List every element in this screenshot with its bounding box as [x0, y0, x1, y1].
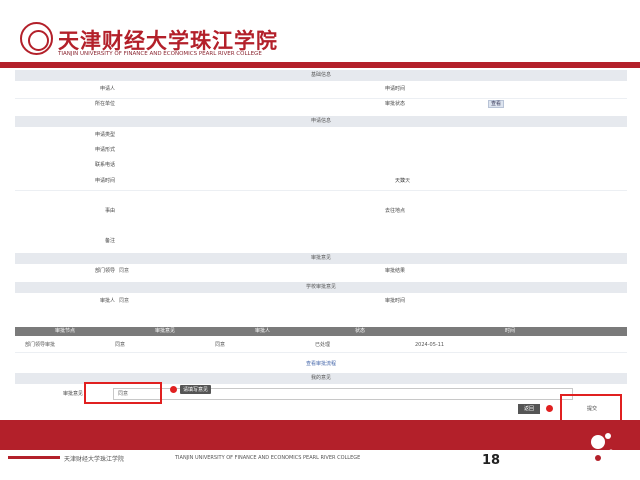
school-seal-icon [20, 22, 53, 55]
table-header-status: 状态 [355, 328, 366, 334]
opinion-highlight-box [84, 382, 162, 404]
dest-label: 去往地点 [384, 208, 405, 214]
section-basic: 基础信息 [15, 70, 627, 81]
opinion-tip: 请填写意见 [180, 385, 212, 394]
approval-form: 基础信息 申请人 申请时间 所在单位 审批状态 查看 申请信息 申请类型 申请形… [15, 70, 627, 420]
table-header: 审批节点 审批意见 审批人 状态 时间 [15, 327, 627, 336]
footer-school-name: 天津财经大学珠江学院 [64, 456, 125, 463]
section-application: 申请信息 [15, 116, 627, 127]
result-label: 审批结果 [384, 268, 405, 274]
dept-label: 所在单位 [94, 101, 115, 107]
duration-label: 天数 [394, 178, 405, 184]
top-band [0, 62, 640, 68]
dept-head-value: 同意 [119, 268, 130, 274]
note-label: 备注 [104, 238, 115, 244]
time-label: 申请时间 [94, 178, 115, 184]
view-status-button[interactable]: 查看 [488, 100, 504, 108]
status-label: 审批状态 [384, 101, 405, 107]
step-badge-1 [170, 386, 177, 393]
school-logo-english: TIANJIN UNIVERSITY OF FINANCE AND ECONOM… [58, 51, 262, 57]
table-cell-status: 已处理 [315, 342, 331, 348]
slide-header: 天津财经大学珠江学院 TIANJIN UNIVERSITY OF FINANCE… [0, 0, 640, 62]
approver-label: 审批人 [99, 298, 115, 304]
divider [15, 190, 627, 191]
page-number: 18 [482, 453, 501, 468]
table-header-time: 时间 [505, 328, 516, 334]
table-cell-time: 2024-05-11 [415, 342, 445, 348]
reason-label: 事由 [104, 208, 115, 214]
type-label: 申请类型 [94, 132, 115, 138]
table-header-approver: 审批人 [255, 328, 271, 334]
step-badge-2 [546, 405, 553, 412]
section-school-approval: 学校审批意见 [15, 282, 627, 293]
bottom-band [0, 420, 640, 450]
applicant-label: 申请人 [99, 86, 115, 92]
approve-time-label: 审批时间 [384, 298, 405, 304]
opinion-label: 审批意见 [62, 391, 83, 397]
apply-time-label: 申请时间 [384, 86, 405, 92]
footer-accent-line [8, 456, 60, 459]
divider [15, 98, 627, 99]
table-cell-opinion: 同意 [115, 342, 126, 348]
decorative-dots-icon [582, 433, 614, 461]
back-button[interactable]: 返回 [518, 404, 540, 414]
table-header-node: 审批节点 [55, 328, 76, 334]
duration-value: 2天 [402, 178, 411, 184]
view-flow-link[interactable]: 查看审批流程 [15, 360, 627, 367]
dept-head-label: 部门领导 [94, 268, 115, 274]
section-dept-approval: 审批意见 [15, 253, 627, 264]
phone-label: 联系电话 [94, 162, 115, 168]
footer-school-english: TIANJIN UNIVERSITY OF FINANCE AND ECONOM… [175, 455, 361, 461]
form-label: 申请形式 [94, 147, 115, 153]
table-header-opinion: 审批意见 [155, 328, 176, 334]
approver-value: 同意 [119, 298, 130, 304]
table-cell-approver: 同意 [215, 342, 226, 348]
submit-button[interactable]: 提交 [566, 402, 618, 416]
table-cell-node: 部门领导审批 [25, 342, 56, 348]
divider [15, 352, 627, 353]
